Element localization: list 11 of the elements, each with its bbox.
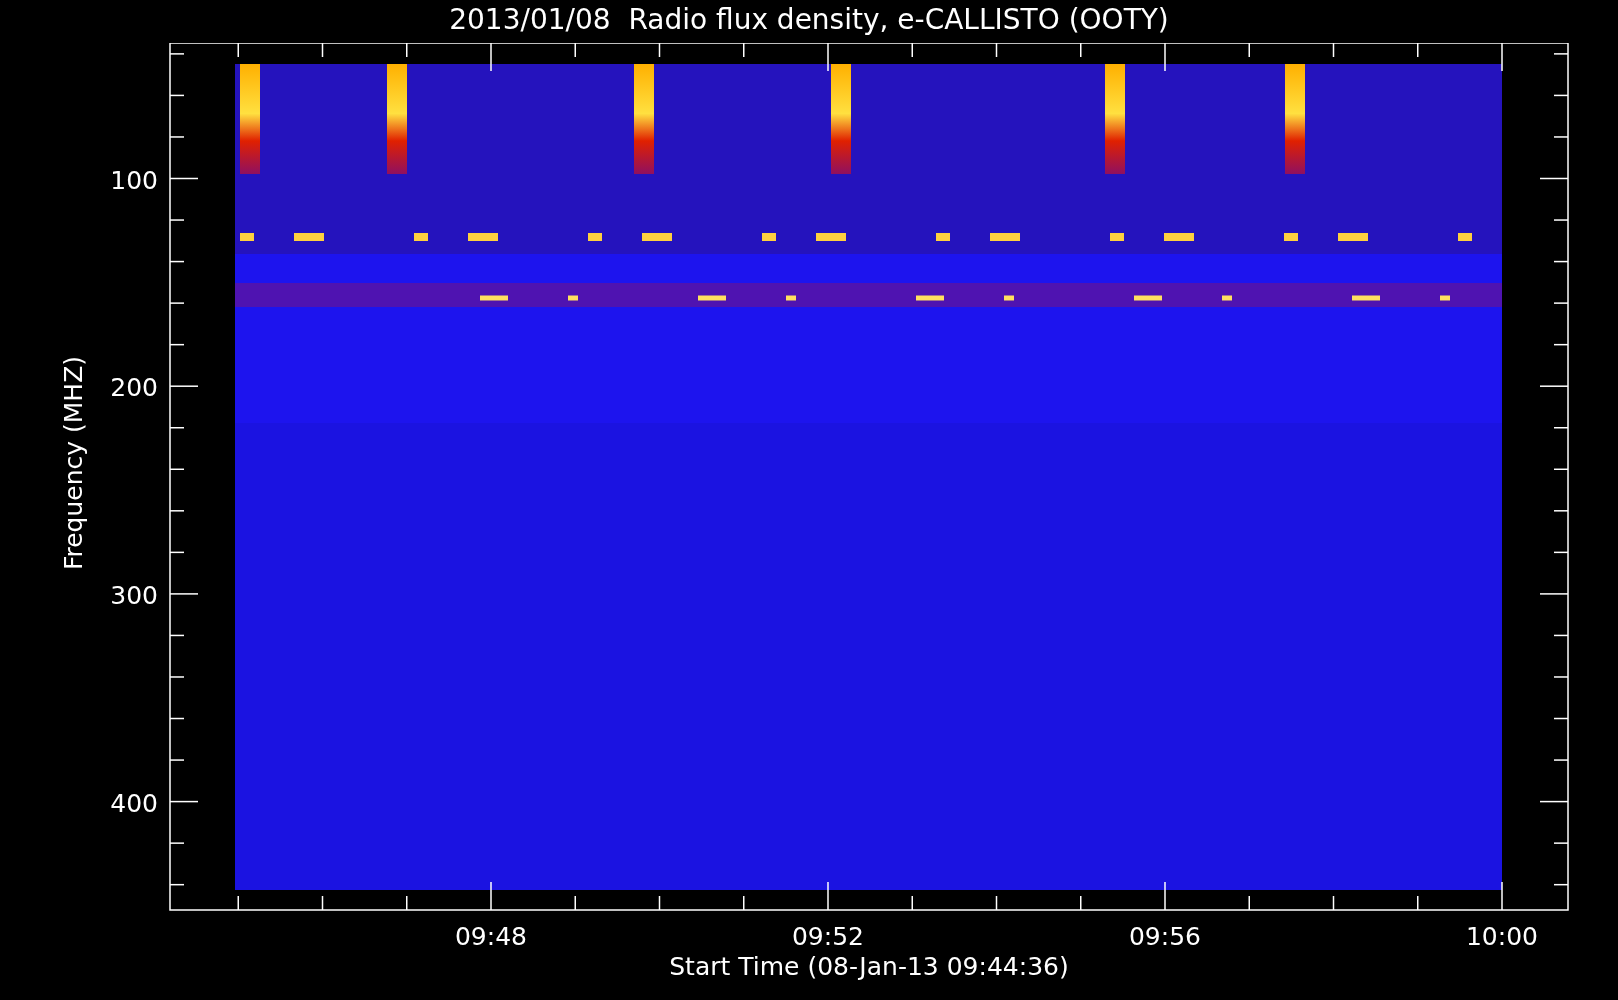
tick-label: 09:48 (455, 922, 527, 951)
tick-label: 09:52 (792, 922, 864, 951)
tick-label: 100 (110, 165, 158, 195)
tick-label: 10:00 (1466, 922, 1538, 951)
axis-label: Frequency (MHZ) (59, 355, 88, 571)
tick-label: 300 (110, 580, 158, 610)
tick-label: 200 (110, 373, 158, 403)
tick-label: 09:56 (1129, 922, 1201, 951)
tick-label: 400 (110, 788, 158, 818)
axis-label: Start Time (08-Jan-13 09:44:36) (669, 952, 1069, 981)
chart-title: 2013/01/08 Radio flux density, e-CALLISTO (OOTY) (449, 2, 1169, 38)
